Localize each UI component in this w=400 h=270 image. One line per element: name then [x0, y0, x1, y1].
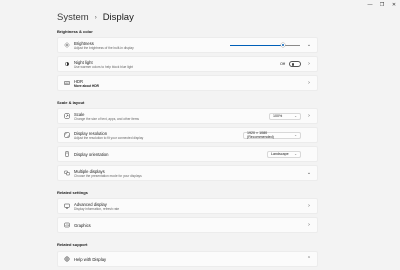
- section-title-brightness-color: Brightness & color: [57, 29, 93, 34]
- breadcrumb-system[interactable]: System: [57, 12, 89, 23]
- resolution-subtitle: Adjust the resolution to fit your connec…: [74, 135, 144, 140]
- night-light-card[interactable]: Night light Use warmer colors to help bl…: [57, 56, 318, 72]
- page-title: Display: [102, 12, 134, 23]
- section-title-related-support: Related support: [57, 242, 88, 247]
- orientation-value: Landscape: [271, 152, 289, 156]
- globe-icon: [63, 256, 70, 263]
- section-title-scale-layout: Scale & layout: [57, 100, 85, 105]
- resolution-dropdown[interactable]: 1920 × 1080 (Recommended) ⌄: [243, 131, 301, 139]
- svg-text:HDR: HDR: [65, 83, 70, 85]
- scale-card[interactable]: Scale Change the size of text, apps, and…: [57, 108, 318, 124]
- breadcrumb: System › Display: [57, 12, 134, 23]
- section-title-related-settings: Related settings: [57, 190, 88, 195]
- night-light-icon: [63, 61, 70, 68]
- graphics-title: Graphics: [74, 222, 91, 228]
- brightness-subtitle: Adjust the brightness of the built-in di…: [74, 45, 134, 50]
- maximize-button[interactable]: ❐: [376, 0, 388, 9]
- window-controls: — ❐ ✕: [364, 0, 400, 9]
- chevron-right-icon[interactable]: ›: [306, 80, 312, 86]
- brightness-slider[interactable]: [230, 42, 300, 48]
- multiple-displays-subtitle: Choose the presentation mode for your di…: [74, 173, 142, 178]
- scale-dropdown[interactable]: 100% ⌄: [269, 112, 301, 120]
- sun-icon: [63, 42, 70, 49]
- orientation-dropdown[interactable]: Landscape ⌄: [267, 150, 301, 158]
- chevron-up-icon[interactable]: ⌃: [306, 256, 312, 262]
- resolution-value: 1920 × 1080 (Recommended): [247, 131, 274, 139]
- night-light-toggle[interactable]: [289, 61, 301, 67]
- scale-subtitle: Change the size of text, apps, and other…: [74, 116, 140, 121]
- scale-icon: [63, 113, 70, 120]
- hdr-more-link[interactable]: More about HDR: [74, 84, 306, 88]
- resolution-card[interactable]: Display resolution Adjust the resolution…: [57, 127, 318, 143]
- chevron-down-icon[interactable]: ⌄: [306, 170, 312, 176]
- brightness-card[interactable]: Brightness Adjust the brightness of the …: [57, 37, 318, 53]
- resolution-icon: [63, 132, 70, 139]
- graphics-card[interactable]: Graphics ›: [57, 217, 318, 233]
- minimize-button[interactable]: —: [364, 0, 376, 9]
- orientation-title: Display orientation: [74, 151, 109, 157]
- chevron-right-icon[interactable]: ›: [306, 113, 312, 119]
- advanced-display-card[interactable]: Advanced display Display information, re…: [57, 198, 318, 214]
- orientation-card[interactable]: Display orientation Landscape ⌄: [57, 146, 318, 162]
- breadcrumb-separator-icon: ›: [94, 14, 97, 21]
- night-light-subtitle: Use warmer colors to help block blue lig…: [74, 64, 133, 69]
- brightness-slider-fill: [230, 44, 283, 46]
- close-button[interactable]: ✕: [388, 0, 400, 9]
- brightness-slider-thumb[interactable]: [280, 42, 285, 47]
- dropdown-arrow-icon: ⌄: [294, 133, 297, 137]
- chevron-down-icon[interactable]: ⌄: [306, 42, 312, 48]
- chevron-right-icon[interactable]: ›: [306, 61, 312, 67]
- hdr-icon: HDR: [63, 80, 70, 87]
- night-light-state: Off: [280, 62, 285, 66]
- graphics-icon: [63, 222, 70, 229]
- multiple-displays-icon: [63, 170, 70, 177]
- dropdown-arrow-icon: ⌄: [294, 152, 297, 156]
- multiple-displays-card[interactable]: Multiple displays Choose the presentatio…: [57, 165, 318, 181]
- help-display-title: Help with Display: [74, 256, 107, 262]
- scale-value: 100%: [273, 114, 283, 118]
- dropdown-arrow-icon: ⌄: [294, 114, 297, 118]
- help-display-card[interactable]: Help with Display ⌃: [57, 251, 318, 267]
- chevron-right-icon[interactable]: ›: [306, 203, 312, 209]
- advanced-display-subtitle: Display information, refresh rate: [74, 206, 120, 211]
- monitor-icon: [63, 203, 70, 210]
- chevron-right-icon[interactable]: ›: [306, 222, 312, 228]
- hdr-card[interactable]: HDR HDR More about HDR ›: [57, 75, 318, 91]
- orientation-icon: [63, 151, 70, 158]
